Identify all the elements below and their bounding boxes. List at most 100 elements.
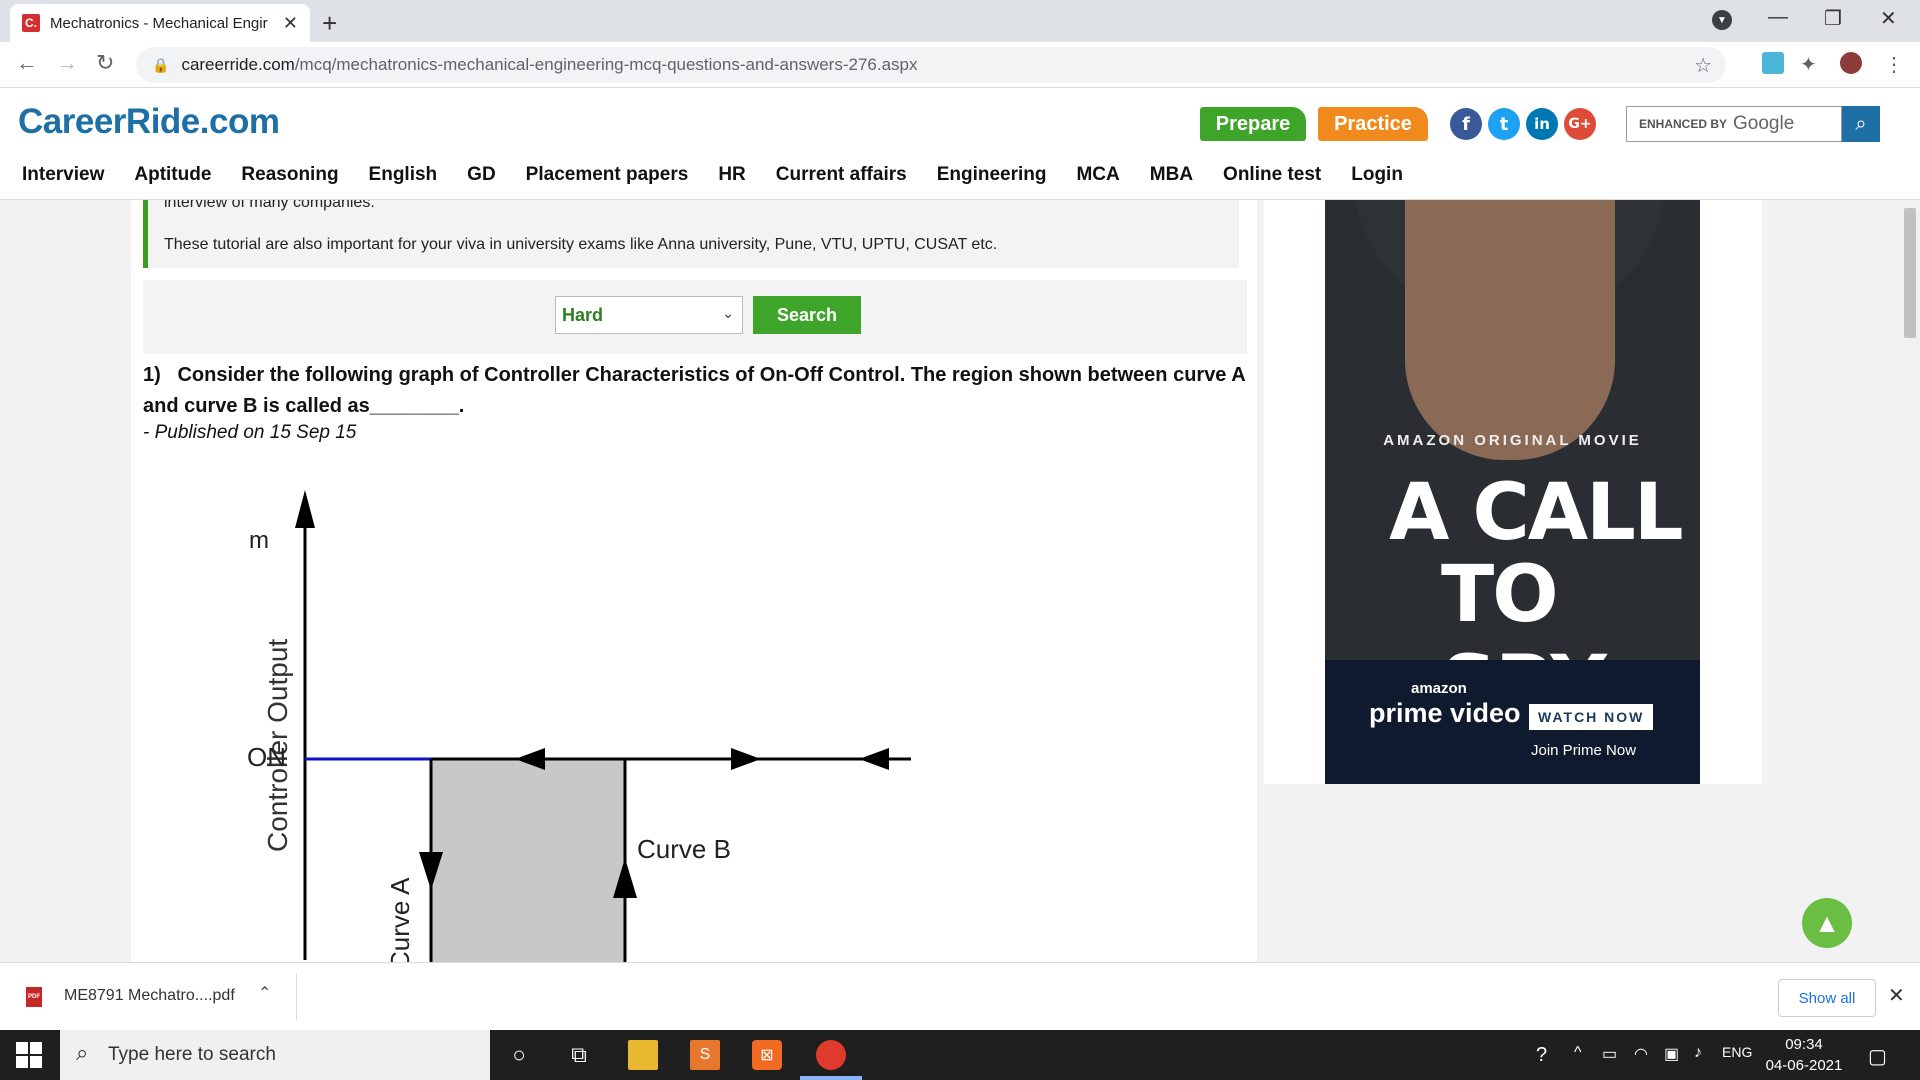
- nav-hr[interactable]: HR: [718, 164, 745, 194]
- language-indicator[interactable]: ENG: [1722, 1044, 1752, 1060]
- pdf-icon: PDF: [26, 987, 42, 1007]
- taskbar-search-placeholder: Type here to search: [108, 1044, 276, 1065]
- google-search-input[interactable]: ENHANCED BY Google: [1626, 106, 1842, 142]
- hysteresis-region: [431, 759, 625, 962]
- page-body: interview of many companies. These tutor…: [0, 200, 1900, 962]
- clock-time: 09:34: [1785, 1036, 1823, 1053]
- ad-title-line1: A CALL: [1389, 468, 1684, 558]
- nav-login[interactable]: Login: [1351, 164, 1403, 194]
- nav-online-test[interactable]: Online test: [1223, 164, 1321, 194]
- twitter-icon[interactable]: t: [1488, 108, 1520, 140]
- page-scrollbar[interactable]: [1900, 200, 1920, 962]
- nav-engineering[interactable]: Engineering: [937, 164, 1047, 194]
- question-text: 1) Consider the following graph of Contr…: [143, 360, 1253, 422]
- browser-tab-strip: C. Mechatronics - Mechanical Engir ✕ + ▼…: [0, 0, 1920, 42]
- xampp-icon[interactable]: ⊠: [752, 1040, 782, 1070]
- notification-icon[interactable]: ▢: [1868, 1044, 1887, 1069]
- on-label: ON: [247, 742, 286, 772]
- linkedin-icon[interactable]: in: [1526, 108, 1558, 140]
- show-all-button[interactable]: Show all: [1778, 979, 1876, 1017]
- scrollbar-thumb[interactable]: [1904, 208, 1916, 338]
- ad-image-face: [1405, 200, 1615, 460]
- site-favicon-icon: C.: [22, 14, 40, 32]
- active-app-indicator: [800, 1076, 862, 1080]
- tab-search-icon[interactable]: ▼: [1712, 10, 1732, 30]
- task-view-icon[interactable]: ⧉: [564, 1040, 594, 1070]
- ad-amazon-label: amazon: [1411, 680, 1467, 697]
- nav-reasoning[interactable]: Reasoning: [241, 164, 338, 194]
- extension-icon[interactable]: [1762, 52, 1784, 74]
- nav-placement-papers[interactable]: Placement papers: [526, 164, 689, 194]
- nav-aptitude[interactable]: Aptitude: [134, 164, 211, 194]
- nav-gd[interactable]: GD: [467, 164, 496, 194]
- help-icon[interactable]: ?: [1536, 1044, 1547, 1067]
- cortana-icon[interactable]: ○: [504, 1040, 534, 1070]
- chevron-up-icon[interactable]: ^: [1574, 1044, 1582, 1062]
- y-axis-top-label: m: [249, 527, 269, 554]
- lock-icon: 🔒: [152, 56, 170, 73]
- search-icon[interactable]: ⌕: [1842, 106, 1880, 142]
- nav-mba[interactable]: MBA: [1150, 164, 1193, 194]
- site-header: CareerRide.com Prepare Practice f t in G…: [0, 88, 1920, 200]
- search-button[interactable]: Search: [753, 296, 861, 334]
- extensions-puzzle-icon[interactable]: ✦: [1800, 52, 1822, 76]
- back-icon[interactable]: ←: [16, 50, 38, 76]
- window-close-icon[interactable]: ✕: [1880, 6, 1897, 31]
- google-plus-icon[interactable]: G+: [1564, 108, 1596, 140]
- nav-interview[interactable]: Interview: [22, 164, 104, 194]
- ad-footer: amazon prime video WATCH NOW Join Prime …: [1325, 660, 1700, 784]
- facebook-icon[interactable]: f: [1450, 108, 1482, 140]
- forward-icon[interactable]: →: [56, 50, 78, 76]
- chrome-icon[interactable]: [816, 1040, 846, 1070]
- site-logo[interactable]: CareerRide.com: [18, 102, 280, 142]
- nav-english[interactable]: English: [369, 164, 438, 194]
- intro-text-cut: interview of many companies.: [164, 200, 375, 211]
- download-file-name[interactable]: ME8791 Mechatro....pdf: [64, 987, 235, 1005]
- difficulty-value: Hard: [562, 304, 604, 325]
- volume-icon[interactable]: ♪: [1694, 1044, 1702, 1062]
- clock[interactable]: 09:34 04-06-2021: [1756, 1034, 1852, 1076]
- browser-tab[interactable]: C. Mechatronics - Mechanical Engir ✕: [10, 4, 310, 42]
- chevron-down-icon: ⌄: [722, 305, 734, 321]
- curve-a-label: Curve A: [385, 877, 415, 962]
- arrow-right: [731, 748, 761, 770]
- windows-start-icon[interactable]: [16, 1042, 42, 1068]
- google-label: Google: [1733, 113, 1795, 134]
- main-nav: Interview Aptitude Reasoning English GD …: [0, 164, 1411, 194]
- on-off-control-graph: m Controller Output ON Curve A Curve B: [247, 490, 911, 962]
- join-prime-label: Join Prime Now: [1531, 742, 1637, 759]
- wifi-icon[interactable]: ◠: [1634, 1044, 1648, 1064]
- taskbar-search-input[interactable]: ⌕ Type here to search: [60, 1030, 490, 1080]
- minimize-icon[interactable]: —: [1768, 6, 1788, 29]
- close-download-bar-icon[interactable]: ✕: [1888, 983, 1905, 1008]
- display-icon[interactable]: ▣: [1664, 1044, 1679, 1064]
- battery-icon[interactable]: ▭: [1602, 1044, 1617, 1064]
- chevron-up-icon[interactable]: ⌃: [258, 983, 271, 1003]
- browser-menu-icon[interactable]: ⋮: [1884, 52, 1906, 76]
- bookmark-star-icon[interactable]: ☆: [1694, 53, 1712, 78]
- question-body: Consider the following graph of Controll…: [143, 364, 1245, 417]
- profile-avatar[interactable]: [1840, 52, 1862, 74]
- amazon-ad-banner[interactable]: AMAZON ORIGINAL MOVIE A CALL TO SPY amaz…: [1325, 200, 1700, 784]
- prepare-button[interactable]: Prepare: [1200, 107, 1306, 141]
- divider: [296, 973, 297, 1021]
- difficulty-select[interactable]: Hard ⌄: [555, 296, 743, 334]
- clock-date: 04-06-2021: [1765, 1057, 1843, 1074]
- tab-title: Mechatronics - Mechanical Engir: [50, 14, 268, 32]
- file-explorer-icon[interactable]: [628, 1040, 658, 1070]
- arrow-left-2: [859, 748, 889, 770]
- reload-icon[interactable]: ↻: [96, 50, 114, 76]
- watch-now-button[interactable]: WATCH NOW: [1529, 704, 1654, 730]
- url-host: careerride.com: [181, 55, 295, 74]
- sublime-text-icon[interactable]: S: [690, 1040, 720, 1070]
- scroll-to-top-button[interactable]: ▲: [1802, 898, 1852, 948]
- windows-taskbar: ⌕ Type here to search ○ ⧉ S ⊠ ? ^ ▭ ◠ ▣ …: [0, 1030, 1920, 1080]
- practice-button[interactable]: Practice: [1318, 107, 1428, 141]
- address-bar[interactable]: 🔒 careerride.com /mcq/mechatronics-mecha…: [136, 47, 1726, 83]
- nav-mca[interactable]: MCA: [1076, 164, 1119, 194]
- new-tab-icon[interactable]: +: [322, 8, 337, 39]
- nav-current-affairs[interactable]: Current affairs: [776, 164, 907, 194]
- filter-bar: Hard ⌄ Search: [143, 280, 1247, 354]
- restore-icon[interactable]: ❐: [1824, 6, 1842, 31]
- tab-close-icon[interactable]: ✕: [283, 13, 298, 34]
